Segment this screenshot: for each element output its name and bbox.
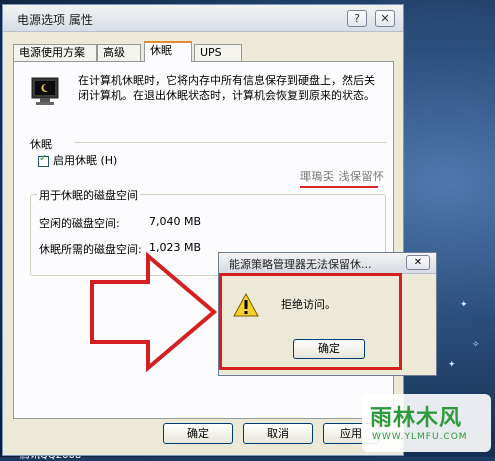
watermark-main: 雨林木风: [370, 406, 463, 431]
ok-button[interactable]: 确定: [163, 423, 233, 444]
tab-hibernate[interactable]: 休眠: [144, 41, 192, 62]
title-bar[interactable]: 电源选项 属性 ? ✕: [3, 5, 403, 32]
close-button[interactable]: ✕: [375, 10, 395, 27]
hibernate-description: 在计算机休眠时，它将内存中所有信息保存到硬盘上，然后关闭计算机。在退出休眠状态时…: [78, 74, 375, 102]
window-title: 电源选项 属性: [17, 13, 93, 27]
star-icon: ✦: [448, 360, 456, 370]
help-button[interactable]: ?: [347, 10, 367, 27]
free-space-label: 空闲的磁盘空间:: [39, 217, 120, 230]
free-space-row: 空闲的磁盘空间: 7,040 MB: [39, 215, 201, 231]
error-title: 能源策略管理器无法保留休...: [229, 258, 372, 271]
disk-space-group-title: 用于休眠的磁盘空间: [37, 187, 140, 203]
power-options-dialog: 电源选项 属性 ? ✕ 电源使用方案 高级 休眠 UPS 在计算机休眠时，它将内…: [2, 4, 404, 456]
enable-hibernate-label: 启用休眠 (H): [53, 154, 118, 167]
arrow-annotation-icon: [90, 252, 218, 372]
annotation-highlight-box: [219, 273, 402, 370]
tab-power-schemes[interactable]: 电源使用方案: [13, 44, 97, 61]
error-title-bar[interactable]: 能源策略管理器无法保留休... ✕: [219, 253, 436, 274]
group-divider: [74, 142, 386, 143]
tab-ups[interactable]: UPS: [194, 44, 242, 61]
star-icon: ✦: [460, 300, 468, 310]
enable-hibernate-checkbox[interactable]: 启用休眠 (H): [38, 152, 117, 168]
annotation-underline: [300, 186, 378, 188]
error-close-button[interactable]: ✕: [406, 255, 430, 270]
star-icon: ✧: [472, 340, 480, 350]
watermark-url: WWW.YLMFU.COM: [372, 432, 468, 442]
watermark-logo: 雨林木风 WWW.YLMFU.COM: [362, 394, 491, 452]
free-space-value: 7,040 MB: [149, 215, 202, 228]
tab-advanced[interactable]: 高级: [97, 44, 141, 61]
hibernate-group: 休眠 启用休眠 (H) 瑘瑦奀 浅保留怀: [30, 136, 386, 188]
garbled-status-text: 瑘瑦奀 浅保留怀: [300, 170, 385, 183]
hibernate-group-title: 休眠: [30, 136, 56, 152]
monitor-icon: [31, 77, 59, 105]
checkbox-icon[interactable]: [38, 153, 49, 167]
cancel-button[interactable]: 取消: [243, 423, 313, 444]
